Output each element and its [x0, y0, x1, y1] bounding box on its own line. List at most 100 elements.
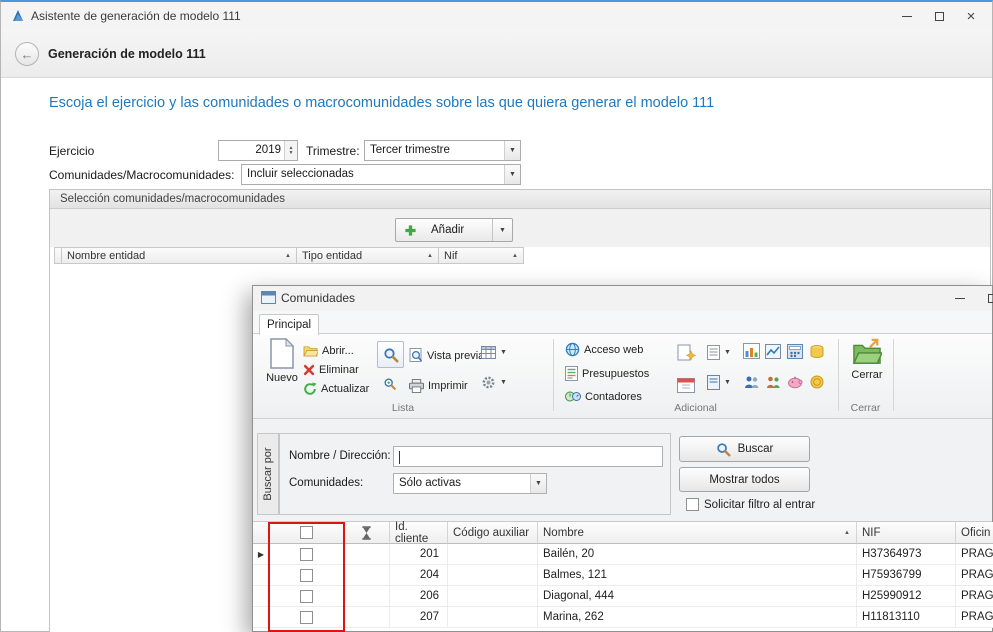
grid-column-oficina[interactable]: Oficin [956, 522, 993, 544]
back-button[interactable]: ← [15, 42, 39, 66]
new-document-icon [269, 338, 295, 369]
ejercicio-spinner[interactable]: ▲ ▼ [284, 141, 297, 160]
abrir-label: Abrir... [322, 345, 354, 357]
wizard-close-button[interactable]: × [958, 5, 984, 27]
grid-row[interactable]: 206 Diagonal, 444 H25990912 PRAG [253, 586, 993, 607]
row-selector-icon: ▶ [258, 550, 264, 559]
report-document-icon [707, 345, 720, 360]
ejercicio-input[interactable]: 2019 ▲ ▼ [218, 140, 298, 161]
grid-row[interactable]: ▶ 201 Bailén, 20 H37364973 PRAG [253, 544, 993, 565]
dropdown-arrow-icon: ▼ [500, 379, 507, 386]
column-label: Nif [444, 250, 457, 262]
actualizar-button[interactable]: Actualizar [303, 379, 369, 398]
piggy-bank-icon [787, 375, 804, 389]
comunidades-filter-select[interactable]: Sólo activas ▼ [393, 473, 547, 494]
row-status-cell [344, 607, 390, 627]
nombre-direccion-input[interactable] [393, 446, 663, 467]
add-button[interactable]: Añadir ▼ [395, 218, 513, 242]
grid-column-id-cliente[interactable]: Id. cliente [390, 522, 448, 544]
wizard-maximize-button[interactable] [926, 5, 952, 27]
sort-asc-icon: ▲ [427, 253, 433, 259]
grid-status-header[interactable] [344, 522, 390, 544]
wizard-header: ← Generación de modelo 111 [1, 30, 992, 78]
trimestre-dropdown-button[interactable]: ▼ [504, 141, 520, 160]
coin-button[interactable] [807, 372, 827, 392]
calculator-icon [787, 344, 803, 359]
users-button[interactable] [741, 372, 761, 392]
eliminar-button[interactable]: Eliminar [303, 360, 359, 379]
search-next-button[interactable] [379, 374, 401, 394]
sort-asc-icon: ▲ [285, 253, 291, 259]
cell-nombre: Marina, 262 [538, 607, 857, 627]
comunidades-maximize-button[interactable] [979, 287, 993, 309]
sparkle-doc-button[interactable] [673, 340, 699, 366]
select-all-checkbox[interactable] [300, 526, 313, 539]
settings-dropdown-button[interactable]: ▼ [481, 373, 507, 392]
dropdown-arrow-icon: ▼ [509, 171, 516, 178]
nuevo-label: Nuevo [266, 372, 298, 384]
wizard-minimize-button[interactable] [894, 5, 920, 27]
money-button[interactable] [807, 341, 827, 361]
ejercicio-label: Ejercicio [49, 144, 94, 158]
entity-selector-column-header [54, 247, 62, 264]
dropdown-arrow-icon: ▼ [500, 349, 507, 356]
trimestre-select[interactable]: Tercer trimestre ▼ [364, 140, 521, 161]
user-group-button[interactable] [763, 372, 783, 392]
grid-column-codigo-auxiliar[interactable]: Código auxiliar [448, 522, 538, 544]
cell-nombre: Bailén, 20 [538, 544, 857, 564]
search-button-ribbon[interactable] [377, 341, 404, 368]
abrir-button[interactable]: Abrir... [303, 341, 354, 360]
cell-oficina: PRAG [956, 565, 993, 585]
vista-previa-button[interactable]: Vista previa [409, 346, 484, 365]
search-plus-icon [383, 377, 397, 391]
row-checkbox[interactable] [300, 590, 313, 603]
piggy-bank-button[interactable] [785, 372, 805, 392]
globe-icon [565, 342, 580, 357]
mostrar-todos-button[interactable]: Mostrar todos [679, 467, 810, 492]
buscar-por-label: Buscar por [262, 447, 274, 500]
budget-document-icon [565, 366, 578, 381]
buscar-por-tab[interactable]: Buscar por [257, 433, 279, 515]
entity-column-nombre[interactable]: Nombre entidad▲ [62, 247, 297, 264]
comunidades-macro-select[interactable]: Incluir seleccionadas ▼ [241, 164, 521, 185]
solicitar-filtro-checkbox[interactable] [686, 498, 699, 511]
buscar-button[interactable]: Buscar [679, 436, 810, 462]
grid-column-nombre[interactable]: Nombre▲ [538, 522, 857, 544]
nuevo-button[interactable]: Nuevo [261, 336, 303, 398]
comunidades-filter-label: Comunidades: [289, 477, 363, 489]
comunidades-minimize-button[interactable] [947, 287, 973, 309]
calendar-button[interactable] [673, 372, 699, 396]
grid-row[interactable]: 207 Marina, 262 H11813110 PRAG [253, 607, 993, 628]
entity-column-nif[interactable]: Nif ▲ [439, 247, 524, 264]
comunidades-filter-dropdown-button[interactable]: ▼ [530, 474, 546, 493]
row-selector-cell: ▶ [253, 544, 270, 564]
grid-checkbox-header[interactable] [270, 522, 344, 544]
entity-table-header: Nombre entidad▲ Tipo entidad▲ Nif ▲ [54, 247, 524, 264]
comunidades-window: Comunidades Principal Nuevo Abrir... Eli… [252, 285, 993, 632]
comunidades-macro-dropdown-button[interactable]: ▼ [504, 165, 520, 184]
grid-column-nif[interactable]: NIF [857, 522, 956, 544]
report-dropdown-button[interactable]: ▼ [707, 343, 731, 362]
graph-button[interactable] [763, 341, 783, 361]
entity-column-tipo[interactable]: Tipo entidad▲ [297, 247, 439, 264]
presupuestos-button[interactable]: Presupuestos [565, 364, 649, 383]
row-checkbox[interactable] [300, 569, 313, 582]
row-checkbox[interactable] [300, 611, 313, 624]
abacus-button[interactable] [785, 341, 805, 361]
list-view-dropdown-button[interactable]: ▼ [481, 343, 507, 362]
cell-nif: H25990912 [857, 586, 956, 606]
imprimir-button[interactable]: Imprimir [409, 376, 468, 395]
add-button-dropdown[interactable]: ▼ [492, 219, 512, 241]
document-dropdown-button[interactable]: ▼ [707, 373, 731, 392]
comunidades-grid: Id. cliente Código auxiliar Nombre▲ NIF … [253, 522, 993, 628]
minimize-icon [902, 16, 912, 17]
cerrar-button[interactable]: Cerrar [845, 336, 889, 398]
tab-principal[interactable]: Principal [259, 314, 319, 335]
cell-codigo-auxiliar [448, 607, 538, 627]
sort-asc-icon: ▲ [512, 253, 518, 259]
grid-row[interactable]: 204 Balmes, 121 H75936799 PRAG [253, 565, 993, 586]
chart-calendar-button[interactable] [741, 341, 761, 361]
row-checkbox[interactable] [300, 548, 313, 561]
acceso-web-button[interactable]: Acceso web [565, 340, 643, 359]
row-selector-cell [253, 607, 270, 627]
